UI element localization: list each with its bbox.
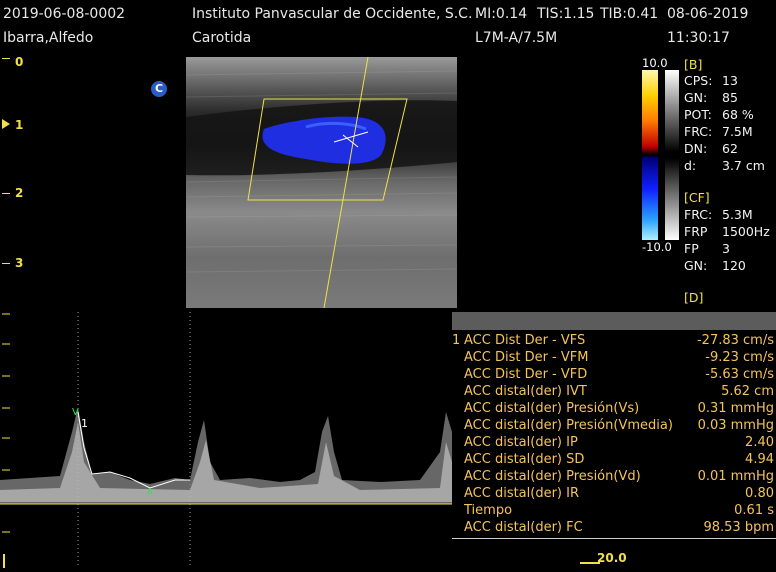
measurement-row: ACC distal(der) SD 4.94 <box>464 452 774 467</box>
svg-text:∧: ∧ <box>146 486 153 497</box>
param-cf-frp: FRP 1500Hz <box>684 224 770 239</box>
measurement-row: Tiempo 0.61 s <box>464 503 774 518</box>
cf-section-header: [CF] <box>684 190 710 205</box>
param-b-dn: DN: 62 <box>684 141 738 156</box>
depth-label-0: 0 <box>15 55 24 69</box>
measurement-row: ACC Dist Der - VFD -5.63 cm/s <box>464 367 774 382</box>
color-bar-max: 10.0 <box>642 56 668 70</box>
study-id: 2019-06-08-0002 <box>3 6 126 22</box>
depth-label-2: 2 <box>15 186 24 200</box>
patient-name: Ibarra,Alfedo <box>3 30 94 46</box>
measurement-header-bar <box>452 312 776 330</box>
depth-label-1: 1 <box>15 118 24 132</box>
exam-date: 08-06-2019 <box>667 6 749 22</box>
doppler-spectrum[interactable]: V ∧ <box>0 312 452 568</box>
mi-readout: MI:0.14 <box>475 6 528 22</box>
bmode-image[interactable] <box>185 56 458 309</box>
param-b-frc: FRC: 7.5M <box>684 124 753 139</box>
probe-info: L7M-A/7.5M <box>475 30 558 46</box>
grayscale-bar <box>665 70 679 240</box>
param-b-pot: POT: 68 % <box>684 107 754 122</box>
measurement-row: ACC distal(der) IR 0.80 <box>464 486 774 501</box>
measurement-row: 1 ACC Dist Der - VFS -27.83 cm/s <box>452 333 774 348</box>
color-bar-min: -10.0 <box>642 240 672 254</box>
depth-label-3: 3 <box>15 256 24 270</box>
focus-marker-icon <box>2 119 10 129</box>
mode-marker-icon: C <box>151 81 167 97</box>
measurement-row: ACC distal(der) Presión(Vd) 0.01 mmHg <box>464 469 774 484</box>
param-b-gn: GN: 85 <box>684 90 738 105</box>
doppler-scale-value: 20.0 <box>597 551 627 565</box>
measurement-row: ACC Dist Der - VFM -9.23 cm/s <box>464 350 774 365</box>
exam-time: 11:30:17 <box>667 30 730 46</box>
measurement-row: ACC distal(der) Presión(Vs) 0.31 mmHg <box>464 401 774 416</box>
b-section-header: [B] <box>684 57 703 72</box>
param-b-d: d: 3.7 cm <box>684 158 765 173</box>
measurement-panel-divider <box>452 538 776 539</box>
exam-type: Carotida <box>192 30 252 46</box>
institution-name: Instituto Panvascular de Occidente, S.C. <box>192 6 473 22</box>
measurement-row: ACC distal(der) Presión(Vmedia) 0.03 mmHg <box>464 418 774 433</box>
bmode-svg <box>185 56 458 309</box>
param-cf-gn: GN: 120 <box>684 258 746 273</box>
measurement-row: ACC distal(der) IVT 5.62 cm <box>464 384 774 399</box>
d-section-header: [D] <box>684 290 704 305</box>
doppler-cursor-label: 1 <box>81 417 88 430</box>
doppler-svg: V ∧ <box>0 312 452 568</box>
tis-readout: TIS:1.15 <box>537 6 595 22</box>
param-b-cps: CPS: 13 <box>684 73 738 88</box>
measurement-row: ACC distal(der) FC 98.53 bpm <box>464 520 774 535</box>
tib-readout: TIB:0.41 <box>600 6 659 22</box>
svg-text:V: V <box>72 407 79 418</box>
measurement-row: ACC distal(der) IP 2.40 <box>464 435 774 450</box>
param-cf-fp: FP 3 <box>684 241 730 256</box>
color-velocity-bar <box>642 70 658 240</box>
param-cf-frc: FRC: 5.3M <box>684 207 753 222</box>
